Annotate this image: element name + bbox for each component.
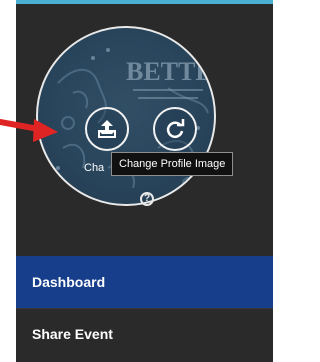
nav-item-label: Share Event: [32, 326, 113, 342]
red-arrow-annotation: [0, 119, 58, 142]
change-image-caption: Cha: [84, 162, 105, 174]
upload-profile-image-button[interactable]: [85, 107, 129, 151]
upload-icon: [98, 120, 116, 138]
nav-item-dashboard[interactable]: Dashboard: [16, 256, 273, 308]
question-circle-icon[interactable]: ?: [140, 192, 154, 206]
reset-profile-image-button[interactable]: [153, 107, 197, 151]
change-profile-image-tooltip: Change Profile Image: [111, 152, 234, 176]
nav-item-label: Dashboard: [32, 274, 106, 290]
nav-item-share-event[interactable]: Share Event: [16, 309, 273, 362]
refresh-icon: [166, 119, 185, 138]
